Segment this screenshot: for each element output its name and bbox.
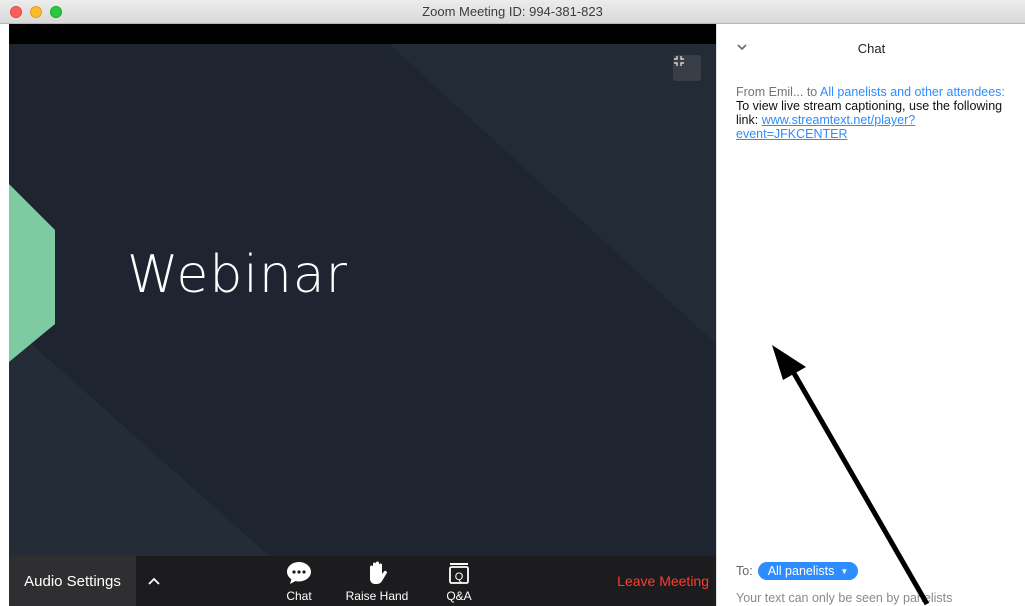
qa-label: Q&A [446,589,472,603]
fullscreen-icon [674,56,684,66]
audio-settings-button[interactable]: Audio Settings [9,556,136,606]
raised-hand-icon [370,561,387,584]
chat-input[interactable]: Your text can only be seen by panelists [736,591,1016,605]
chevron-up-icon [148,577,160,585]
shared-slide: Webinar [9,44,716,556]
caret-down-icon: ▼ [840,566,849,576]
window-title: Zoom Meeting ID: 994-381-823 [422,4,603,19]
message-link[interactable]: www.streamtext.net/player?event=JFKCENTE… [736,113,915,141]
recipient-dropdown-value: All panelists [767,564,835,578]
chat-bubble-icon [287,562,311,584]
raise-hand-button[interactable]: Raise Hand [339,560,415,604]
message-recipient: All panelists and other attendees: [820,85,1005,99]
audio-options-button[interactable] [144,571,164,591]
chat-button-label: Chat [286,589,312,603]
slide-accent-shape [9,184,55,362]
meeting-toolbar: Audio Settings Chat Raise Hand Q Q&A Lea… [9,556,716,606]
chat-title: Chat [857,41,886,56]
qa-icon: Q [449,563,469,584]
video-area: Webinar Audio Settings Chat Raise Hand Q… [9,24,716,606]
recipient-dropdown[interactable]: All panelists ▼ [757,562,859,580]
message-sender: From Emil... to [736,85,821,99]
slide-title: Webinar [127,245,349,305]
leave-meeting-button[interactable]: Leave Meeting [609,556,709,606]
recipient-row: To: All panelists ▼ [736,562,859,580]
to-label: To: [736,564,753,578]
slide-background-graphics [9,44,716,556]
raise-hand-label: Raise Hand [345,589,409,603]
svg-text:Q: Q [455,571,464,583]
window-titlebar: Zoom Meeting ID: 994-381-823 [0,0,1025,24]
exit-fullscreen-button[interactable] [673,55,701,81]
qa-button[interactable]: Q Q&A [439,560,479,604]
chat-panel: Chat From Emil... to All panelists and o… [716,24,1025,606]
chat-message: From Emil... to All panelists and other … [736,85,1022,141]
chat-button[interactable]: Chat [279,560,319,604]
